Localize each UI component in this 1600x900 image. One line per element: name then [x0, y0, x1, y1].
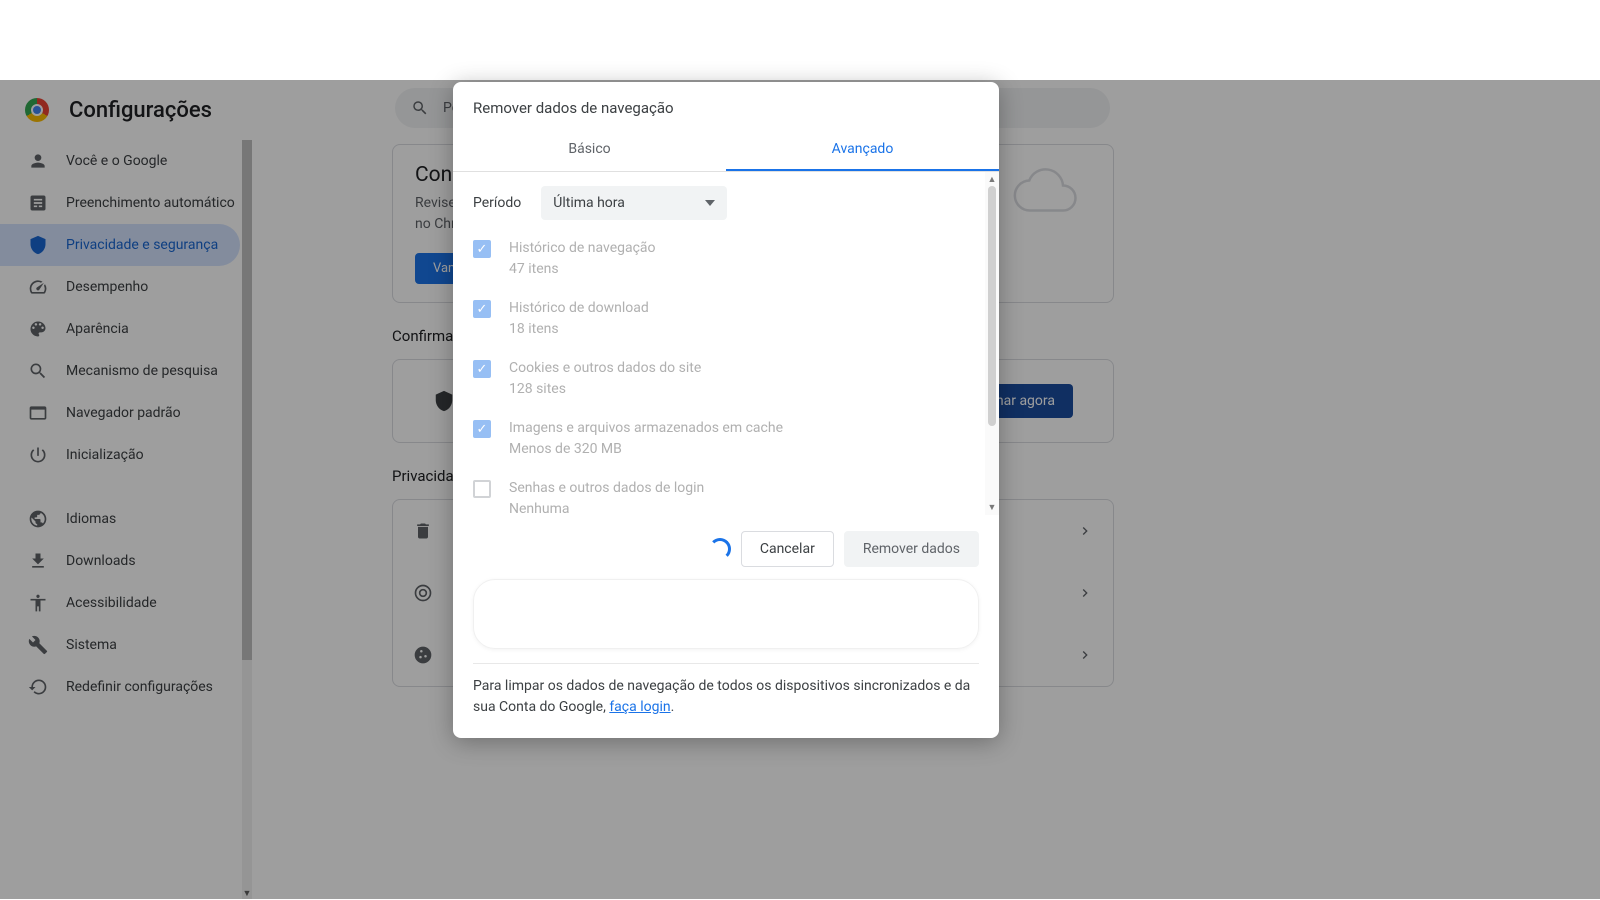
check-title: Histórico de download: [509, 298, 649, 319]
footer-divider: [473, 663, 979, 664]
remove-data-button[interactable]: Remover dados: [844, 531, 979, 567]
time-range-value: Última hora: [553, 195, 625, 211]
footer-placeholder: [473, 579, 979, 649]
tab-basic[interactable]: Básico: [453, 129, 726, 171]
checkbox-cookies[interactable]: ✓: [473, 360, 491, 378]
tab-advanced[interactable]: Avançado: [726, 129, 999, 171]
checkbox-text: Senhas e outros dados de login Nenhuma: [509, 478, 704, 515]
check-sub: Nenhuma: [509, 499, 704, 515]
dialog-scrollbar[interactable]: ▲ ▼: [985, 172, 999, 515]
check-sub: 128 sites: [509, 379, 701, 400]
chevron-up-icon[interactable]: ▲: [985, 174, 999, 185]
time-range-label: Período: [473, 195, 521, 211]
checkbox-download-history[interactable]: ✓: [473, 300, 491, 318]
dialog-scroll-thumb[interactable]: [988, 186, 996, 426]
check-sub: Menos de 320 MB: [509, 439, 783, 460]
checkbox-passwords[interactable]: [473, 480, 491, 498]
checkbox-text: Histórico de navegação 47 itens: [509, 238, 656, 280]
dialog-footer: Cancelar Remover dados Para limpar os da…: [453, 515, 999, 738]
check-row-cookies: ✓ Cookies e outros dados do site 128 sit…: [473, 358, 965, 400]
footer-note: Para limpar os dados de navegação de tod…: [473, 676, 979, 718]
cancel-button[interactable]: Cancelar: [741, 531, 834, 567]
check-sub: 18 itens: [509, 319, 649, 340]
checkbox-cache[interactable]: ✓: [473, 420, 491, 438]
checkbox-text: Imagens e arquivos armazenados em cache …: [509, 418, 783, 460]
dialog-tabs: Básico Avançado: [453, 129, 999, 172]
check-title: Senhas e outros dados de login: [509, 478, 704, 499]
check-row-download-history: ✓ Histórico de download 18 itens: [473, 298, 965, 340]
checkbox-text: Cookies e outros dados do site 128 sites: [509, 358, 701, 400]
footer-text: Para limpar os dados de navegação de tod…: [473, 678, 970, 715]
check-title: Imagens e arquivos armazenados em cache: [509, 418, 783, 439]
dialog-body: Período Última hora ✓ Histórico de naveg…: [453, 172, 999, 515]
check-sub: 47 itens: [509, 259, 656, 280]
dialog-scroll-area: Período Última hora ✓ Histórico de naveg…: [453, 172, 985, 515]
clear-browsing-data-dialog: Remover dados de navegação Básico Avança…: [453, 82, 999, 738]
dialog-title: Remover dados de navegação: [453, 82, 999, 129]
chevron-down-icon[interactable]: ▼: [985, 502, 999, 513]
check-title: Cookies e outros dados do site: [509, 358, 701, 379]
sign-in-link[interactable]: faça login: [609, 699, 670, 715]
time-range-row: Período Última hora: [473, 186, 965, 220]
check-row-cache: ✓ Imagens e arquivos armazenados em cach…: [473, 418, 965, 460]
check-row-passwords: Senhas e outros dados de login Nenhuma: [473, 478, 965, 515]
checkbox-text: Histórico de download 18 itens: [509, 298, 649, 340]
check-row-browsing-history: ✓ Histórico de navegação 47 itens: [473, 238, 965, 280]
checkbox-browsing-history[interactable]: ✓: [473, 240, 491, 258]
loading-spinner-icon: [709, 538, 731, 560]
check-title: Histórico de navegação: [509, 238, 656, 259]
dropdown-arrow-icon: [705, 200, 715, 206]
time-range-select[interactable]: Última hora: [541, 186, 727, 220]
dialog-actions: Cancelar Remover dados: [473, 531, 979, 567]
